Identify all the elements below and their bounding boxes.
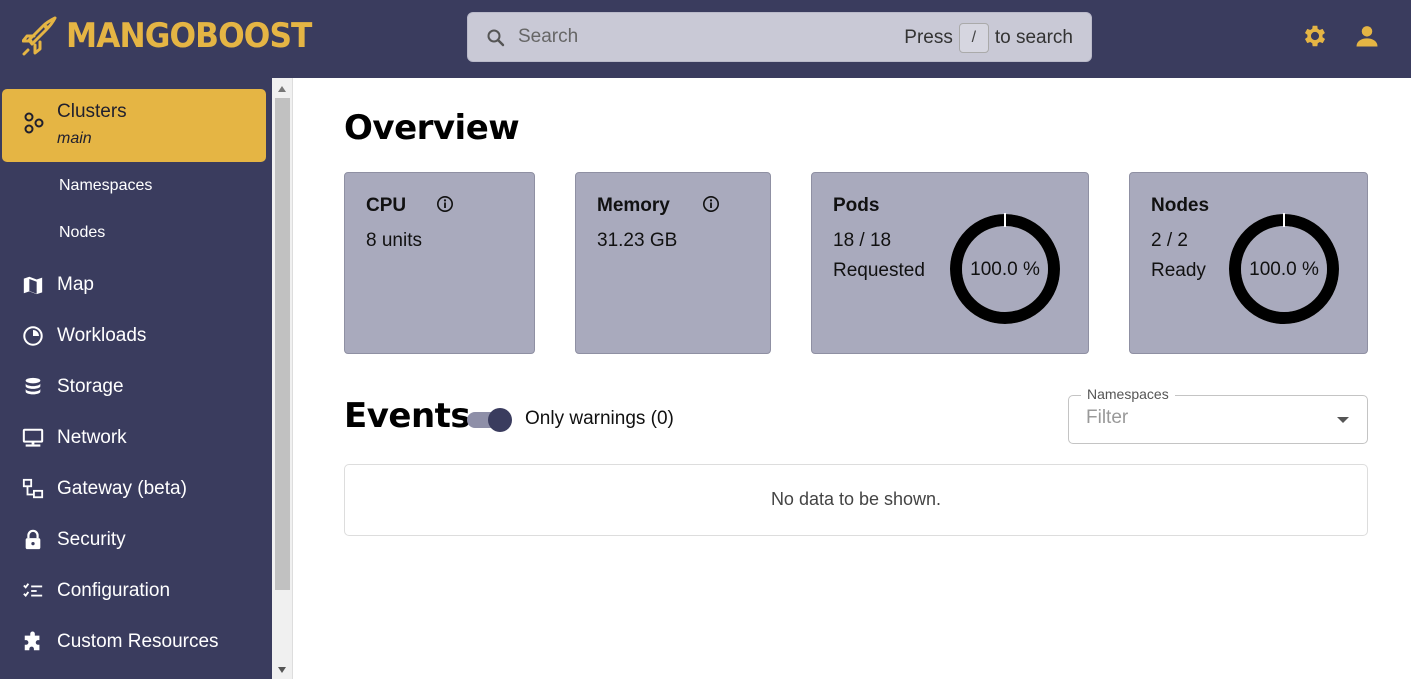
sidebar-item-storage[interactable]: Storage: [0, 367, 272, 407]
search-box[interactable]: Press / to search: [467, 12, 1092, 62]
nodes-percent: 100.0 %: [1249, 259, 1319, 280]
sidebar-item-network[interactable]: Network: [0, 418, 272, 458]
sidebar-item-label: Storage: [57, 376, 124, 397]
nodes-status: Ready: [1151, 260, 1206, 281]
card-value: 31.23 GB: [597, 230, 678, 251]
brand-name: MANGOBOOST: [66, 16, 312, 56]
sidebar-scrollbar[interactable]: [272, 78, 293, 679]
info-icon[interactable]: [436, 195, 454, 213]
main-content: Overview CPU 8 units Memory 31.23 GB Pod…: [294, 78, 1411, 679]
top-bar: MANGOBOOST Press / to search: [0, 0, 1411, 78]
sidebar-item-security[interactable]: Security: [0, 520, 272, 560]
sidebar: Clusters main Namespaces Nodes Map Workl…: [0, 78, 272, 679]
toggle-knob: [488, 408, 512, 432]
card-title: Pods: [833, 195, 880, 216]
chevron-down-icon[interactable]: [1337, 417, 1349, 423]
sidebar-item-map[interactable]: Map: [0, 265, 272, 305]
pods-count: 18 / 18: [833, 230, 892, 251]
sidebar-item-label: Network: [57, 427, 127, 448]
info-icon[interactable]: [702, 195, 720, 213]
sidebar-item-label: Security: [57, 529, 126, 550]
clusters-icon: [24, 112, 44, 134]
search-hint-prefix: Press: [904, 27, 953, 48]
sidebar-subitem-namespaces[interactable]: Namespaces: [59, 177, 152, 195]
nodes-card: Nodes 2 / 2 Ready 100.0 %: [1129, 172, 1368, 354]
puzzle-icon: [24, 631, 40, 651]
card-value: 8 units: [366, 230, 422, 251]
pods-card: Pods 18 / 18 Requested 100.0 %: [811, 172, 1089, 354]
cpu-card: CPU 8 units: [344, 172, 535, 354]
page-title: Overview: [344, 108, 520, 148]
workloads-icon: [23, 326, 43, 346]
card-value-block: 2 / 2 Ready: [1151, 226, 1206, 286]
storage-icon: [25, 377, 41, 395]
scroll-down-arrow-icon[interactable]: [278, 667, 286, 673]
scrollbar-thumb[interactable]: [275, 98, 290, 590]
sidebar-item-label: Map: [57, 274, 94, 295]
map-icon: [23, 276, 43, 295]
sidebar-item-label: Custom Resources: [57, 631, 219, 652]
search-icon: [487, 29, 505, 47]
sidebar-subitem-nodes[interactable]: Nodes: [59, 224, 105, 242]
pods-percent: 100.0 %: [970, 259, 1040, 280]
user-icon[interactable]: [1353, 22, 1381, 50]
memory-card: Memory 31.23 GB: [575, 172, 771, 354]
sidebar-item-gateway[interactable]: Gateway (beta): [0, 469, 272, 509]
card-title: Nodes: [1151, 195, 1210, 216]
only-warnings-toggle[interactable]: [467, 408, 513, 432]
sidebar-item-label: Configuration: [57, 580, 171, 601]
namespaces-filter-placeholder: Filter: [1086, 407, 1129, 428]
card-title: Memory: [597, 195, 670, 216]
logo[interactable]: MANGOBOOST: [22, 14, 333, 58]
empty-message: No data to be shown.: [770, 489, 942, 509]
scroll-up-arrow-icon[interactable]: [278, 86, 286, 92]
network-icon: [22, 428, 44, 447]
rocket-logo-icon: [22, 16, 57, 56]
cluster-name: main: [57, 130, 92, 147]
pods-status: Requested: [833, 260, 925, 281]
card-value-block: 18 / 18 Requested: [833, 226, 925, 286]
namespaces-filter-select[interactable]: Namespaces Filter: [1068, 386, 1368, 444]
search-input[interactable]: [518, 23, 818, 51]
sidebar-item-custom-resources[interactable]: Custom Resources: [0, 622, 272, 662]
only-warnings-label[interactable]: Only warnings (0): [525, 408, 674, 430]
search-hint: Press / to search: [904, 23, 1073, 53]
sidebar-item-clusters[interactable]: Clusters main: [2, 89, 266, 162]
gateway-icon: [22, 478, 44, 499]
events-title: Events: [344, 396, 471, 436]
sidebar-item-label: Gateway (beta): [57, 478, 187, 499]
card-title: CPU: [366, 195, 407, 216]
nodes-count: 2 / 2: [1151, 230, 1188, 251]
sidebar-item-workloads[interactable]: Workloads: [0, 316, 272, 356]
search-hint-suffix: to search: [994, 27, 1073, 48]
sidebar-item-configuration[interactable]: Configuration: [0, 571, 272, 611]
sidebar-item-label: Clusters: [57, 101, 127, 122]
settings-icon[interactable]: [1301, 22, 1329, 50]
namespaces-legend: Namespaces: [1081, 386, 1175, 402]
lock-icon: [25, 529, 41, 550]
configuration-icon: [23, 583, 43, 597]
sidebar-item-label: Workloads: [57, 325, 147, 346]
events-table: No data to be shown.: [344, 464, 1368, 536]
search-shortcut-key: /: [958, 23, 989, 53]
